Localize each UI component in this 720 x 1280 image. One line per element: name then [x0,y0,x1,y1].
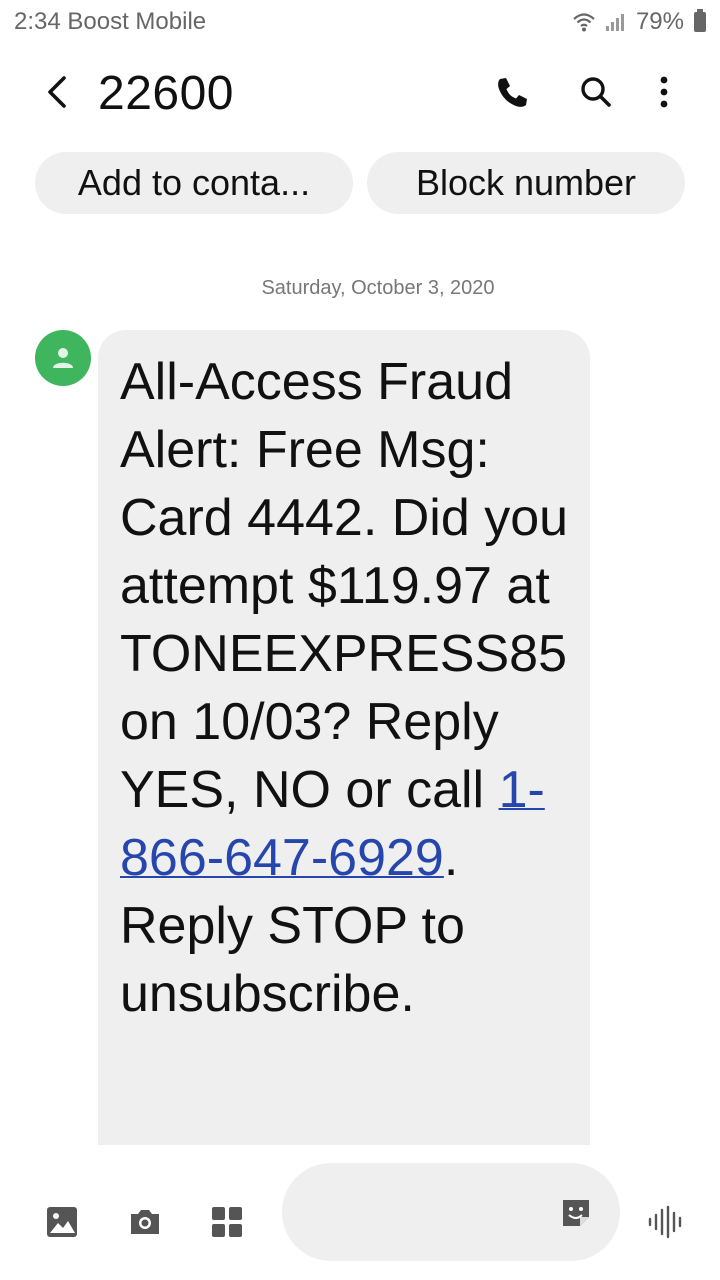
gallery-icon[interactable] [44,1204,80,1240]
back-arrow-icon[interactable] [36,70,80,114]
message-text-before-link: All-Access Fraud Alert: Free Msg: Card 4… [120,353,583,819]
camera-icon[interactable] [127,1204,163,1240]
composer-bar [0,1145,720,1280]
battery-text: 79% [635,8,684,35]
more-vert-icon[interactable] [642,70,686,114]
person-icon [53,348,73,368]
message-input[interactable] [304,1187,548,1239]
phone-icon[interactable] [490,70,534,114]
apps-icon[interactable] [209,1204,245,1240]
message-input-area[interactable] [282,1163,620,1261]
app-bar: 22600 [0,58,720,128]
signal-icon [605,14,624,31]
message-bubble[interactable]: All-Access Fraud Alert: Free Msg: Card 4… [98,330,590,1145]
status-left: 2:34 Boost Mobile [14,8,206,36]
add-to-contacts-button[interactable]: Add to conta... [35,152,353,214]
date-header: Saturday, October 3, 2020 [261,277,495,299]
message-text: All-Access Fraud Alert: Free Msg: Card 4… [120,348,580,1028]
status-right: 79% [572,8,706,36]
search-icon[interactable] [574,70,618,114]
status-carrier: Boost Mobile [67,8,207,35]
status-time: 2:34 [14,8,61,35]
battery-icon [694,9,706,32]
sticker-icon[interactable] [558,1195,594,1231]
sender-avatar[interactable] [35,330,91,386]
status-bar: 2:34 Boost Mobile 79% [0,0,720,44]
wifi-icon [573,13,595,32]
voice-icon[interactable] [647,1204,685,1240]
conversation-title: 22600 [98,67,234,120]
block-number-button[interactable]: Block number [367,152,685,214]
